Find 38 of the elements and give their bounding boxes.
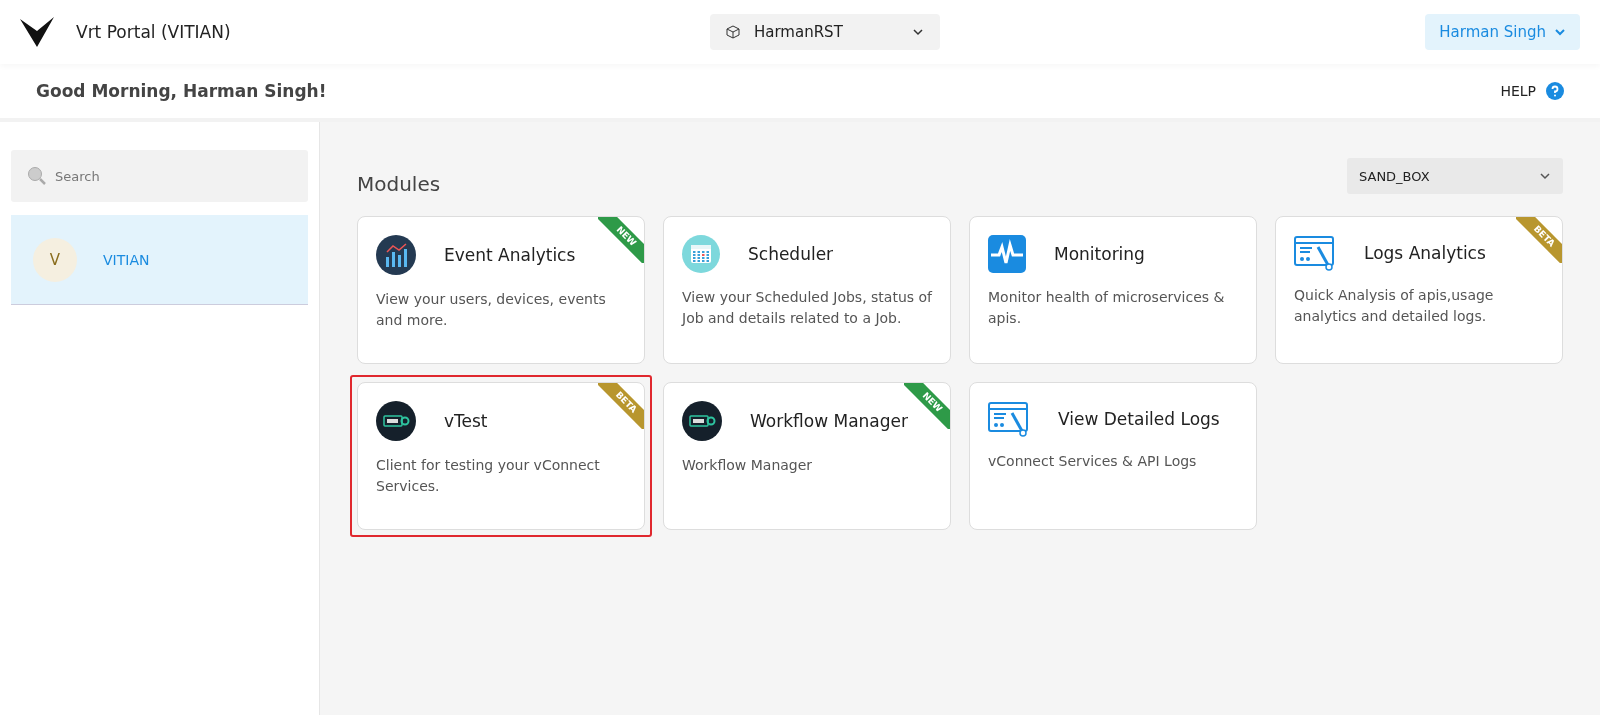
- card-title: View Detailed Logs: [1058, 409, 1220, 429]
- log-window-icon: [1294, 235, 1336, 271]
- chevron-down-icon: [1554, 28, 1566, 36]
- card-title: Scheduler: [748, 244, 834, 264]
- card-description: Monitor health of microservices & apis.: [988, 288, 1226, 328]
- logo-icon: [20, 17, 54, 47]
- card-title: Monitoring: [1054, 244, 1145, 264]
- section-title: Modules: [357, 172, 441, 196]
- heartbeat-icon: [988, 235, 1026, 273]
- card-description: Client for testing your vConnect Services.: [376, 456, 601, 496]
- greeting-text: Good Morning, Harman Singh!: [36, 81, 327, 101]
- project-select[interactable]: HarmanRST: [710, 14, 940, 50]
- search-field[interactable]: Search: [11, 150, 308, 202]
- avatar: V: [33, 237, 77, 282]
- help-icon[interactable]: [1546, 82, 1564, 100]
- card-description: View your users, devices, events and more.: [376, 290, 607, 330]
- chevron-down-icon: [912, 28, 924, 36]
- calendar-icon: [682, 235, 720, 273]
- log-window-icon: [988, 401, 1030, 437]
- item-label: VITIAN: [103, 251, 150, 268]
- app-title: Vrt Portal (VITIAN): [76, 22, 231, 42]
- card-description: vConnect Services & API Logs: [988, 452, 1198, 471]
- cube-icon: [726, 25, 740, 39]
- help-link[interactable]: HELP: [1500, 83, 1536, 99]
- chevron-down-icon: [1539, 172, 1551, 180]
- module-card[interactable]: View Detailed Logs vConnect Services & API Logs: [969, 382, 1257, 530]
- search-icon: [27, 166, 47, 186]
- card-title: Logs Analytics: [1364, 243, 1486, 263]
- card-title: vTest: [444, 411, 488, 431]
- card-title: Event Analytics: [444, 245, 576, 265]
- module-card[interactable]: Scheduler View your Scheduled Jobs, status of Job and details related to a Job.: [663, 216, 951, 364]
- sidebar-item[interactable]: V VITIAN: [11, 215, 308, 305]
- environment-select[interactable]: SAND_BOX: [1347, 158, 1563, 194]
- module-card[interactable]: Monitoring Monitor health of microservices & apis.: [969, 216, 1257, 364]
- card-description: View your Scheduled Jobs, status of Job and details related to a Job.: [682, 288, 932, 328]
- card-description: Workflow Manager: [682, 456, 814, 475]
- bar-chart-icon: [376, 235, 416, 275]
- card-description: Quick Analysis of apis,usage analytics and detailed logs.: [1294, 286, 1495, 326]
